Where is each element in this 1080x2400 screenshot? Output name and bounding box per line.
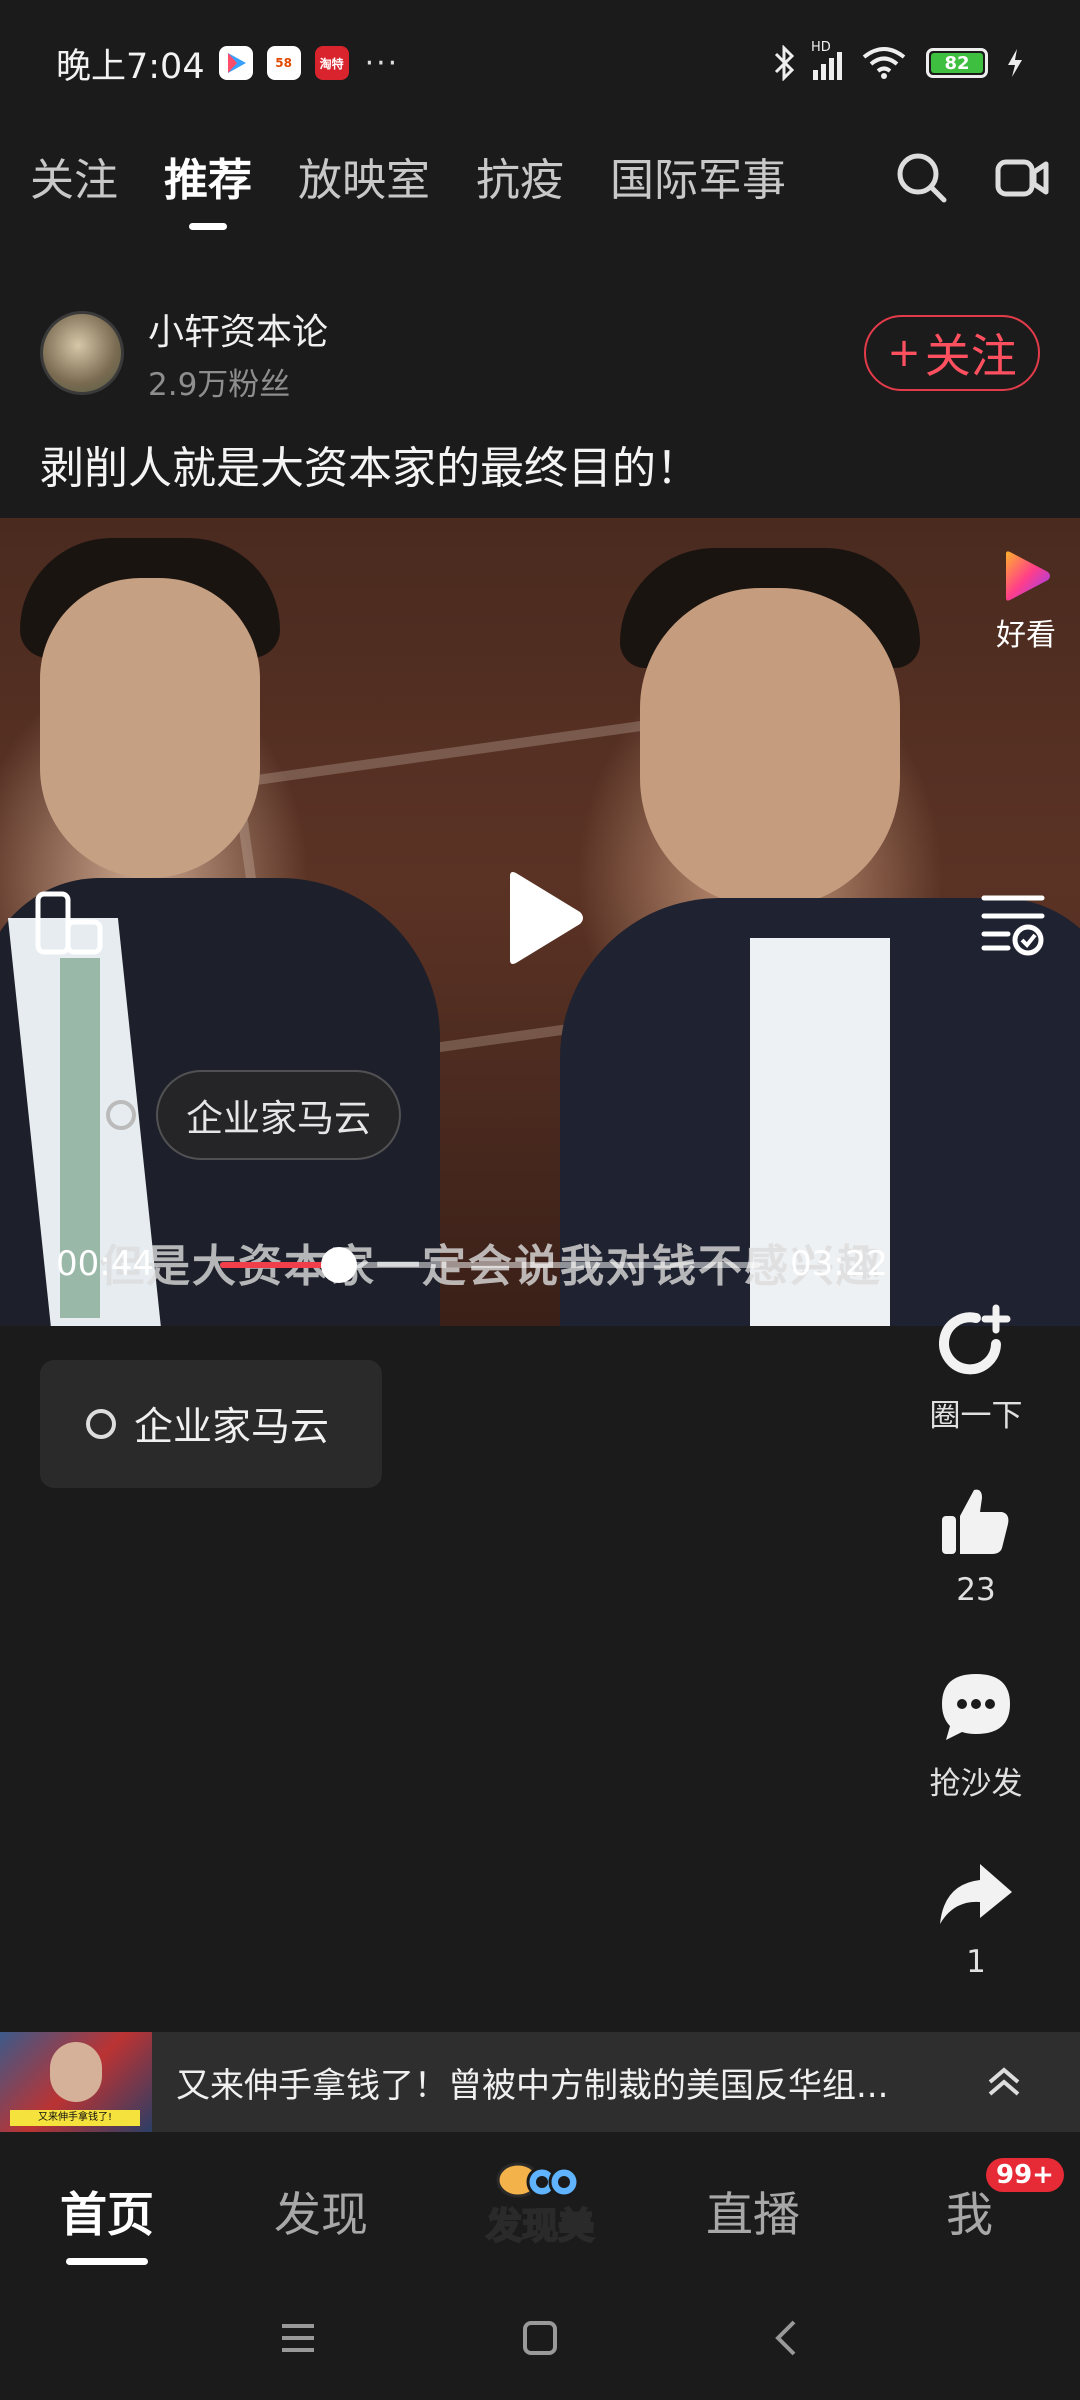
plus-icon: +	[887, 330, 921, 376]
play-icon[interactable]	[500, 870, 584, 966]
video-topic-tag[interactable]: 企业家马云	[106, 1070, 401, 1160]
post-title: 剥削人就是大资本家的最终目的！	[40, 443, 700, 494]
topic-circle-icon	[106, 1100, 136, 1130]
nav-live[interactable]: 直播	[706, 2176, 800, 2245]
rotate-screen-icon[interactable]	[34, 890, 104, 956]
bluetooth-icon	[774, 45, 795, 81]
author-name[interactable]: 小轩资本论	[148, 303, 328, 355]
battery-icon: 82	[926, 48, 988, 78]
follow-button[interactable]: + 关注	[864, 315, 1040, 391]
share-circle-label: 圈一下	[929, 1398, 1023, 1434]
tab-recommend[interactable]: 推荐	[164, 144, 252, 208]
video-figure-left-face	[40, 578, 260, 878]
tab-follow[interactable]: 关注	[30, 144, 118, 208]
next-video-thumbnail[interactable]: 又来伸手拿钱了!	[0, 2032, 152, 2132]
author-avatar[interactable]	[40, 311, 124, 395]
progress-bar[interactable]	[220, 1247, 760, 1283]
search-icon[interactable]	[894, 150, 950, 206]
video-figure-right-face	[640, 588, 900, 908]
playlist-check-icon[interactable]	[980, 890, 1046, 956]
signal-icon: HD	[811, 40, 842, 80]
status-app-icons: 58 淘特	[218, 46, 349, 80]
bottom-nav: 首页 发现 发现美 直播 我 99+	[0, 2132, 1080, 2282]
next-video-thumbnail-face	[50, 2042, 102, 2102]
video-camera-icon[interactable]	[994, 150, 1050, 206]
system-nav-bar	[0, 2282, 1080, 2400]
discover-beauty-logo-text: 发现美	[486, 2206, 594, 2247]
like-count: 23	[956, 1572, 996, 1608]
charging-icon	[1008, 49, 1022, 77]
topic-box[interactable]: 企业家马云	[40, 1360, 382, 1488]
tab-screening-room[interactable]: 放映室	[298, 144, 430, 208]
author-fans-count: 2.9万粉丝	[148, 366, 291, 403]
battery-level: 82	[931, 53, 983, 74]
haokan-logo-icon	[1006, 551, 1050, 601]
total-time: 03:22	[790, 1244, 888, 1284]
haokan-brand[interactable]: 好看	[996, 548, 1056, 654]
video-player[interactable]: 好看 企业家马云 但是大资本家一定会说我对钱不感兴趣 00:44 03:22	[0, 518, 1080, 1326]
follow-label: 关注	[924, 329, 1017, 383]
nav-me[interactable]: 我	[946, 2176, 993, 2245]
haokan-label: 好看	[996, 618, 1056, 653]
comment-label: 抢沙发	[929, 1766, 1023, 1802]
nav-home[interactable]: 首页	[60, 2176, 154, 2245]
like-button[interactable]: 23	[886, 1482, 1066, 1608]
thumbs-up-icon	[942, 1489, 1009, 1554]
chevron-up-double-icon[interactable]	[984, 2062, 1024, 2102]
top-tab-bar: 关注 推荐 放映室 抗疫 国际军事	[0, 126, 1080, 226]
comment-button[interactable]: 抢沙发	[886, 1668, 1066, 1803]
next-video-title[interactable]: 又来伸手拿钱了！曾被中方制裁的美国反华组...	[176, 2058, 948, 2107]
tab-anti-epidemic[interactable]: 抗疫	[476, 144, 564, 208]
share-count: 1	[966, 1944, 986, 1980]
menu-icon[interactable]	[278, 2318, 318, 2358]
status-time: 晚上7:04	[56, 46, 205, 87]
nav-home-indicator	[66, 2258, 148, 2265]
home-icon[interactable]	[520, 2318, 560, 2358]
tab-military[interactable]: 国际军事	[610, 144, 786, 208]
topic-circle-icon	[86, 1409, 116, 1439]
status-bar: 晚上7:04 58 淘特 ··· HD 82	[0, 0, 1080, 126]
video-topic-label: 企业家马云	[156, 1070, 401, 1160]
share-arrow-icon	[940, 1864, 1012, 1924]
share-circle-icon	[939, 1304, 1011, 1375]
taote-app-icon: 淘特	[314, 46, 349, 80]
share-circle-button[interactable]: 圈一下	[886, 1300, 1066, 1435]
back-icon[interactable]	[768, 2318, 808, 2358]
network-type: HD	[811, 40, 831, 55]
share-button[interactable]: 1	[886, 1854, 1066, 1980]
progress-knob[interactable]	[320, 1247, 357, 1283]
topic-label: 企业家马云	[134, 1405, 330, 1450]
discover-beauty-logo-icon[interactable]: 发现美	[480, 2154, 600, 2254]
more-notifications-icon: ···	[364, 45, 400, 81]
comment-icon	[942, 1674, 1010, 1740]
58-app-icon: 58	[266, 46, 301, 80]
current-time: 00:44	[56, 1244, 154, 1284]
notification-badge: 99+	[986, 2158, 1064, 2192]
video-app-icon	[218, 46, 253, 80]
author-row: 小轩资本论 2.9万粉丝 + 关注	[40, 310, 1040, 403]
nav-discover[interactable]: 发现	[274, 2176, 368, 2245]
wifi-icon	[862, 47, 906, 79]
next-video-bar[interactable]: 又来伸手拿钱了! 又来伸手拿钱了！曾被中方制裁的美国反华组...	[0, 2032, 1080, 2132]
next-video-thumbnail-caption: 又来伸手拿钱了!	[10, 2110, 140, 2126]
